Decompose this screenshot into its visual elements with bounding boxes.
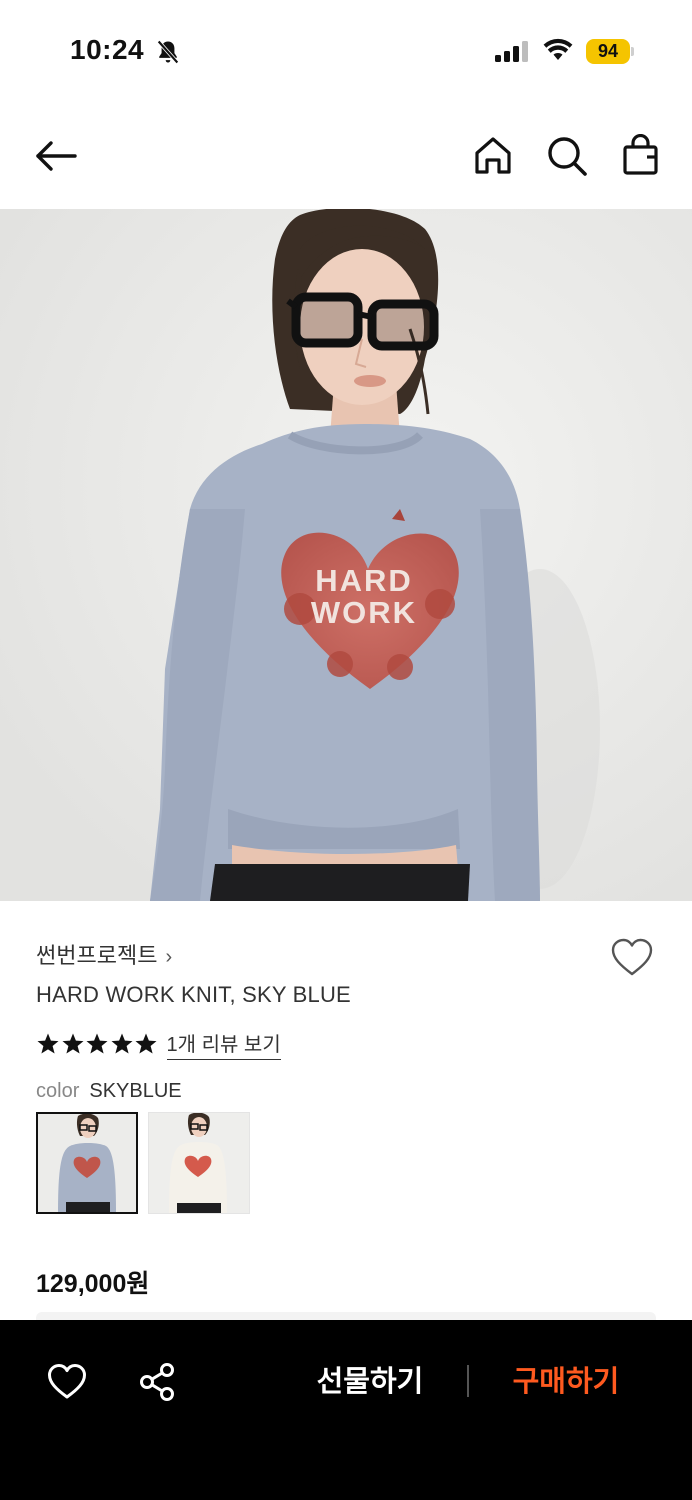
brand-name: 썬번프로젝트 (36, 943, 158, 968)
wishlist-heart-icon[interactable] (47, 1362, 87, 1402)
star-icon (62, 1033, 83, 1054)
swatch-thumbnail (149, 1113, 249, 1213)
nav-header (0, 120, 692, 196)
battery-level: 94 (597, 41, 619, 61)
shopping-bag-icon[interactable] (619, 134, 663, 178)
brand-link[interactable]: 썬번프로젝트 › (36, 938, 172, 970)
color-swatch-skyblue[interactable] (36, 1112, 138, 1214)
graphic-text-hard: HARD (315, 563, 413, 598)
model-photo: HARD WORK (0, 209, 692, 901)
battery-tip (631, 47, 634, 56)
product-name: HARD WORK KNIT, SKY BLUE (36, 982, 351, 1007)
gift-button[interactable]: 선물하기 (300, 1362, 440, 1402)
star-icon (86, 1033, 108, 1054)
review-link[interactable]: 1개 리뷰 보기 (166, 1028, 281, 1060)
heart-icon[interactable] (610, 936, 654, 980)
product-hero-image[interactable]: HARD WORK (0, 209, 692, 901)
status-bar: 10:24 94 (0, 0, 692, 100)
color-swatch-ivory[interactable] (148, 1112, 250, 1214)
bell-slash-icon (157, 40, 179, 64)
chevron-right-icon: › (165, 946, 173, 968)
buy-button[interactable]: 구매하기 (496, 1362, 636, 1402)
graphic-text-work: WORK (311, 595, 417, 630)
share-icon[interactable] (137, 1362, 177, 1402)
color-value: SKYBLUE (89, 1080, 182, 1102)
product-price: 129,000원 (36, 1270, 150, 1298)
back-arrow-icon[interactable] (34, 134, 78, 178)
button-separator (467, 1365, 469, 1397)
swatch-thumbnail (38, 1114, 136, 1212)
wifi-icon (543, 38, 573, 60)
color-row: color SKYBLUE (36, 1080, 182, 1103)
cellular-signal-icon (495, 41, 528, 62)
star-icon (135, 1033, 157, 1054)
home-icon[interactable] (471, 134, 515, 178)
star-icon (37, 1033, 59, 1054)
rating-row: 1개 리뷰 보기 (36, 1028, 281, 1060)
status-time: 10:24 (70, 34, 145, 65)
bottom-action-bar: 선물하기 구매하기 (0, 1320, 692, 1500)
star-icon (111, 1033, 132, 1054)
battery-indicator: 94 (586, 39, 630, 64)
color-label: color (36, 1080, 80, 1102)
search-icon[interactable] (545, 134, 589, 178)
